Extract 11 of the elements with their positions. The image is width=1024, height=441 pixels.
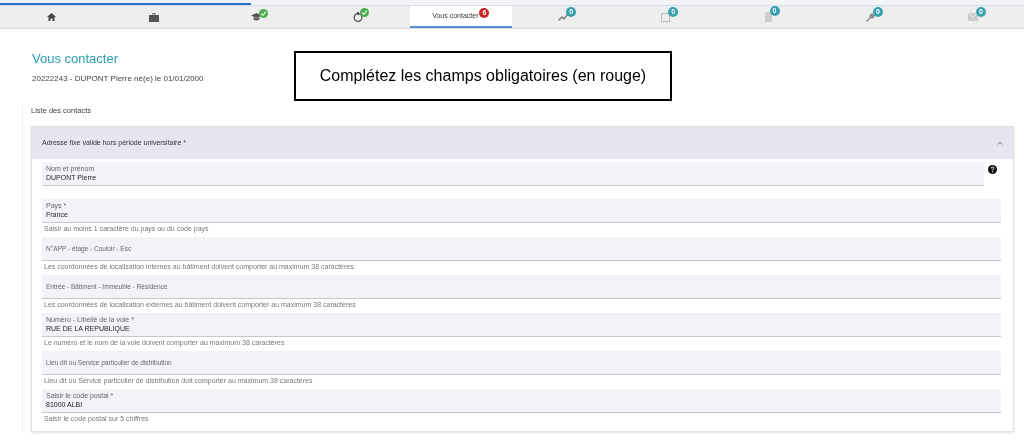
callout-box: Complétez les champs obligatoires (en rouge) <box>294 51 672 101</box>
home-icon <box>46 13 56 21</box>
help-icon[interactable] <box>988 165 997 175</box>
student-info: 20222243 - DUPONT Pierre né(e) le 01/01/2000 <box>32 73 204 85</box>
envelope-icon <box>967 13 978 21</box>
file-icon <box>764 12 772 22</box>
graduation-cap-icon <box>250 13 262 21</box>
briefcase-icon <box>148 12 159 22</box>
pin-icon <box>865 12 875 22</box>
page-title: Vous contacter <box>32 51 119 67</box>
document-icon <box>661 12 671 22</box>
